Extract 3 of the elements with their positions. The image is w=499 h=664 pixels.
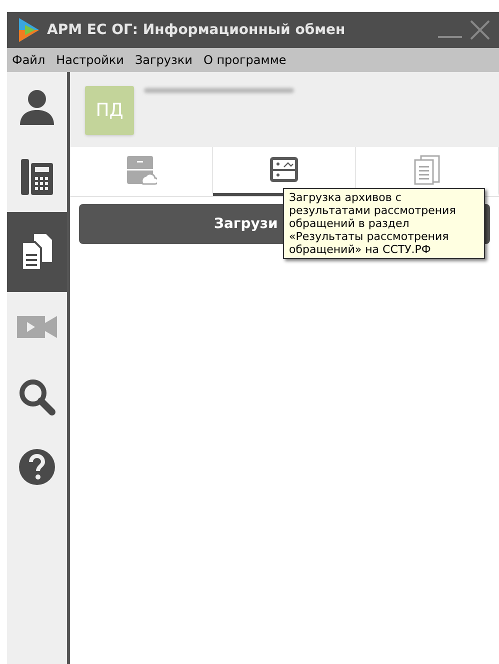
avatar: ПД: [85, 86, 134, 135]
tooltip: Загрузка архивов с результатами рассмотрения обращений в раздел «Результаты рассмотрения обращений» на ССТУ.РФ: [283, 188, 485, 259]
window-title: АРМ ЕС ОГ: Информационный обмен: [47, 20, 346, 40]
